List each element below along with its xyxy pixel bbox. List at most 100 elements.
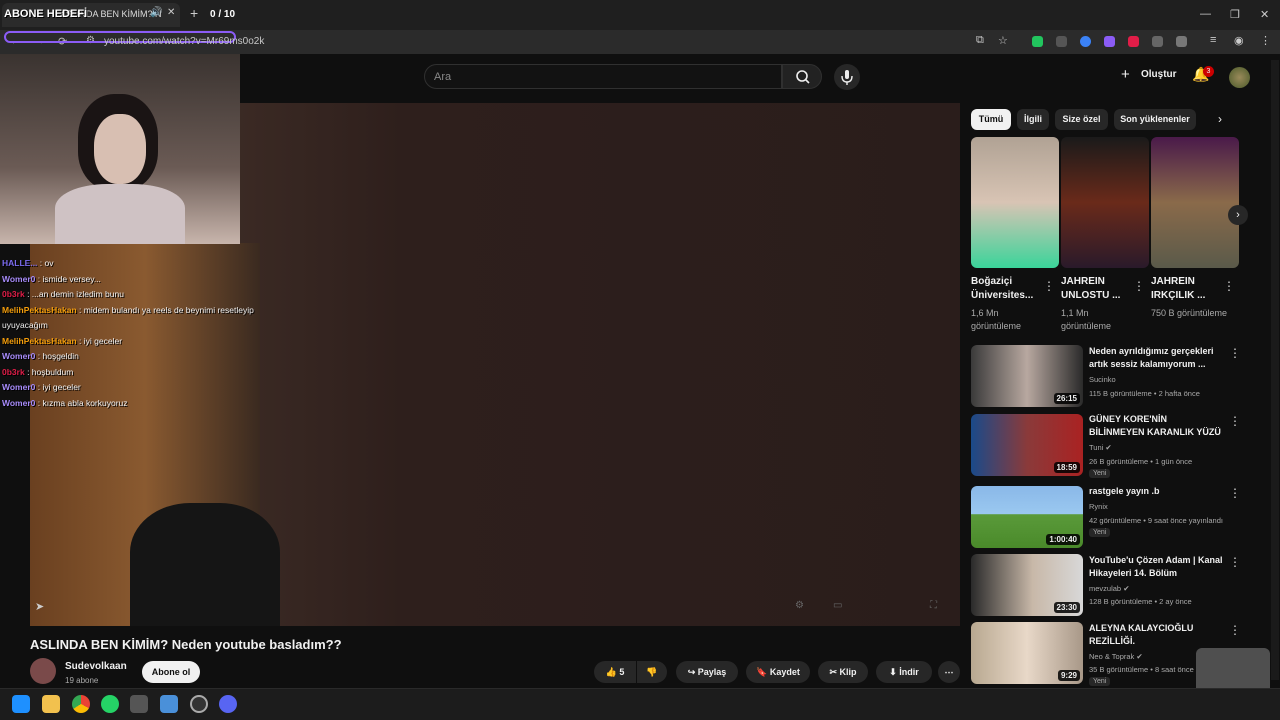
windows-start-icon[interactable]: [12, 695, 30, 713]
url-text[interactable]: youtube.com/watch?v=Mr69ms0o2k: [104, 36, 264, 47]
more-actions-button[interactable]: ⋯: [938, 661, 960, 683]
settings-icon[interactable]: ⚙: [795, 600, 804, 611]
chat-msg: uyuyacağım: [2, 320, 48, 330]
cast-icon[interactable]: ⧉: [976, 34, 984, 47]
rec-more-icon[interactable]: ⋮: [1229, 346, 1241, 360]
rec-title[interactable]: GÜNEY KORE'NİN BİLİNMEYEN KARANLIK YÜZÜ: [1089, 413, 1224, 439]
file-explorer-icon[interactable]: [42, 695, 60, 713]
sub-goal-label: ABONE HEDEFİ: [4, 8, 88, 20]
bookmark-star-icon[interactable]: ☆: [998, 34, 1008, 47]
chat-msg: : hoşbuldum: [27, 366, 74, 377]
page-scrollbar[interactable]: [1271, 60, 1279, 680]
chrome-icon[interactable]: [72, 695, 90, 713]
short-title[interactable]: JAHREIN IRKÇILIK ...: [1151, 275, 1229, 303]
rec-channel[interactable]: Neo & Toprak ✔: [1089, 652, 1143, 661]
rec-more-icon[interactable]: ⋮: [1229, 555, 1241, 569]
share-icon: ↪: [687, 667, 696, 677]
discord-icon[interactable]: [219, 695, 237, 713]
close-window-icon[interactable]: ✕: [1260, 8, 1269, 21]
whatsapp-icon[interactable]: [101, 695, 119, 713]
search-input[interactable]: [424, 64, 782, 89]
rec-title[interactable]: Neden ayrıldığımız gerçekleri artık sess…: [1089, 345, 1224, 371]
subscribe-button[interactable]: Abone ol: [142, 661, 200, 683]
extension-icon[interactable]: [1056, 36, 1067, 47]
chat-user: 0b3rk: [2, 366, 25, 377]
share-button[interactable]: ↪ Paylaş: [676, 661, 738, 683]
chevron-right-icon[interactable]: ›: [1218, 112, 1222, 126]
chip-recent[interactable]: Son yüklenenler: [1114, 109, 1196, 130]
create-button[interactable]: Oluştur: [1141, 69, 1177, 80]
rec-title[interactable]: YouTube'u Çözen Adam | Kanal Hikayeleri …: [1089, 554, 1224, 580]
chat-line: 0b3rk : hoşbuldum: [2, 365, 282, 381]
chat-user: Womer0: [2, 273, 36, 284]
extension-icon[interactable]: [1080, 36, 1091, 47]
new-tab-icon[interactable]: +: [190, 5, 198, 21]
short-more-icon[interactable]: ⋮: [1223, 279, 1235, 293]
obs-icon[interactable]: [190, 695, 208, 713]
app-icon[interactable]: [130, 695, 148, 713]
clip-button[interactable]: ✂ Klip: [818, 661, 868, 683]
duration-badge: 18:59: [1053, 462, 1080, 473]
short-title[interactable]: Boğaziçi Üniversites...: [971, 275, 1049, 303]
reading-list-icon[interactable]: ≡: [1210, 34, 1216, 46]
video-thumbnail[interactable]: 23:30: [971, 554, 1083, 616]
short-more-icon[interactable]: ⋮: [1043, 279, 1055, 293]
short-thumbnail[interactable]: [1061, 137, 1149, 268]
bookmark-icon: 🔖: [756, 667, 768, 677]
menu-icon[interactable]: ⋮: [1260, 34, 1271, 47]
rec-title[interactable]: ALEYNA KALAYCIOĞLU REZİLLİĞİ.: [1089, 622, 1224, 648]
webcam-shoulders: [55, 184, 185, 244]
browser-tab-bar: ASLINDA BEN KİMİM? N 🔊 ✕ + ABONE HEDEFİ …: [0, 0, 1280, 30]
channel-name[interactable]: Sudevolkaan: [65, 661, 127, 672]
short-thumbnail[interactable]: [1151, 137, 1239, 268]
chip-for-you[interactable]: Size özel: [1055, 109, 1108, 130]
chat-msg: : hoşgeldin: [37, 351, 79, 361]
chip-related[interactable]: İlgili: [1017, 109, 1049, 130]
video-thumbnail[interactable]: 18:59: [971, 414, 1083, 476]
chat-line: MelihPektasHakan : midem bulandı ya reel…: [2, 303, 282, 319]
rec-channel[interactable]: Tuni ✔: [1089, 443, 1112, 452]
extension-icon[interactable]: [1104, 36, 1115, 47]
short-more-icon[interactable]: ⋮: [1133, 279, 1145, 293]
video-thumbnail[interactable]: 26:15: [971, 345, 1083, 407]
account-avatar[interactable]: [1229, 67, 1250, 88]
chat-line: Womer0 : kızma abla korkuyoruz: [2, 396, 282, 412]
shorts-next-icon[interactable]: ›: [1228, 205, 1248, 225]
profile-icon[interactable]: ◉: [1234, 34, 1244, 47]
video-thumbnail[interactable]: 1:00:40: [971, 486, 1083, 548]
tab-close-icon[interactable]: ✕: [167, 7, 175, 18]
fullscreen-icon[interactable]: ⛶: [930, 600, 937, 611]
channel-avatar[interactable]: [30, 658, 56, 684]
chip-all[interactable]: Tümü: [971, 109, 1011, 130]
voice-search-button[interactable]: [834, 64, 860, 90]
short-title[interactable]: JAHREIN UNLOSTU ...: [1061, 275, 1139, 303]
rec-channel[interactable]: mevzulab ✔: [1089, 584, 1130, 593]
search-button[interactable]: [782, 64, 822, 89]
save-button[interactable]: 🔖 Kaydet: [746, 661, 810, 683]
duration-badge: 1:00:40: [1046, 534, 1080, 545]
like-button[interactable]: 👍 5: [594, 661, 636, 683]
rec-more-icon[interactable]: ⋮: [1229, 414, 1241, 428]
dislike-button[interactable]: 👎: [637, 661, 667, 683]
extension-icon[interactable]: [1032, 36, 1043, 47]
chat-user: HALLE...: [2, 258, 38, 268]
extension-icon[interactable]: [1128, 36, 1139, 47]
rec-title[interactable]: rastgele yayın .b: [1089, 485, 1224, 498]
photos-icon[interactable]: [160, 695, 178, 713]
miniplayer-icon[interactable]: ▭: [833, 600, 842, 611]
rec-more-icon[interactable]: ⋮: [1229, 623, 1241, 637]
rec-channel[interactable]: Rynix: [1089, 502, 1108, 511]
rec-more-icon[interactable]: ⋮: [1229, 486, 1241, 500]
download-button[interactable]: ⬇ İndir: [876, 661, 932, 683]
extension-icon[interactable]: [1152, 36, 1163, 47]
short-thumbnail[interactable]: [971, 137, 1059, 268]
video-title: ASLINDA BEN KİMİM? Neden youtube basladı…: [30, 637, 342, 652]
maximize-icon[interactable]: ❐: [1230, 8, 1240, 21]
puzzle-icon[interactable]: [1176, 36, 1187, 47]
verified-icon: ✔: [1136, 652, 1143, 661]
short-views: 1,6 Mn görüntüleme: [971, 308, 1022, 331]
minimize-icon[interactable]: —: [1200, 8, 1211, 20]
video-thumbnail[interactable]: 9:29: [971, 622, 1083, 684]
rec-channel[interactable]: Sucinko: [1089, 375, 1116, 384]
speaker-icon: 🔊: [150, 7, 163, 18]
